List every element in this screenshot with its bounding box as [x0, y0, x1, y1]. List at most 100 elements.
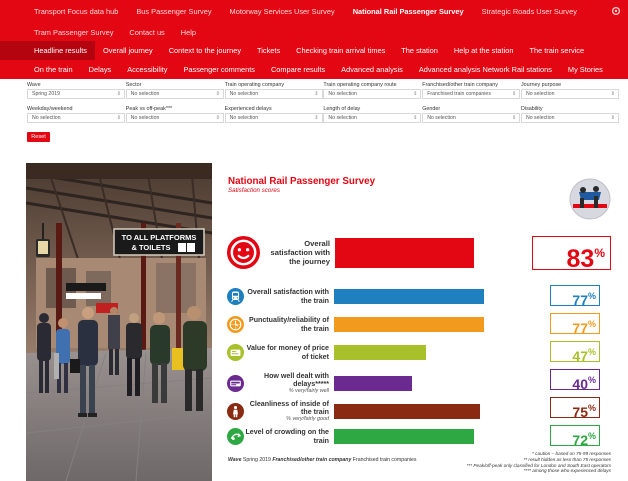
filter-select[interactable]: No selection ⇕ [27, 113, 125, 123]
metric-label-text: Level of crowding on the train [245, 428, 329, 445]
smiley-icon [227, 236, 260, 269]
passenger-survey-emblem [569, 178, 611, 220]
survey-nav-strategic-roads-user-survey[interactable]: Strategic Roads User Survey [473, 7, 586, 16]
metric-bar [334, 375, 412, 391]
survey-nav-motorway-services-user-survey[interactable]: Motorway Services User Survey [221, 7, 344, 16]
metric-row: Punctuality/reliability of the train [227, 316, 529, 333]
filter-select[interactable]: No selection ⇕ [224, 113, 323, 123]
metric-bar [334, 345, 426, 360]
select-arrows-icon: ⇕ [413, 91, 418, 97]
metric-bar [334, 429, 475, 444]
tab-headline-results[interactable]: Headline results [0, 41, 95, 60]
survey-nav-transport-focus-data-hub[interactable]: Transport Focus data hub [0, 7, 127, 16]
filter-select[interactable]: No selection ⇕ [125, 89, 224, 99]
tab-help-at-the-station[interactable]: Help at the station [446, 41, 522, 60]
metric-row: Cleanliness of inside of the train% very… [227, 400, 529, 422]
metric-bar [334, 289, 485, 304]
nav-link-contact-us[interactable]: Contact us [121, 28, 172, 37]
metric-value-number: 72 [572, 432, 588, 448]
headline-tabs-row: Headline results Overall journey Context t… [0, 41, 628, 60]
metric-value-overall-journey: 83% [532, 236, 611, 273]
filter-selected-value: No selection [328, 91, 357, 97]
tab-advanced-analysis[interactable]: Advanced analysis [333, 60, 411, 79]
filter-select[interactable]: Spring 2019 ⇕ [27, 89, 125, 99]
tab-passenger-comments[interactable]: Passenger comments [175, 60, 262, 79]
footnote: **** among those who experienced delays [523, 468, 611, 474]
filter-select[interactable]: No selection ⇕ [422, 113, 521, 123]
select-arrows-icon: ⇕ [215, 91, 220, 97]
select-arrows-icon: ⇕ [314, 115, 319, 121]
tab-advanced-analysis-network-rail-stations[interactable]: Advanced analysis Network Rail stations [411, 60, 560, 79]
filter-select[interactable]: Franchised train companies ⇕ [422, 89, 521, 99]
metric-value-unit: % [587, 319, 596, 329]
tab-the-station[interactable]: The station [393, 41, 446, 60]
crowding-icon [227, 428, 244, 445]
metric-value-unit: % [587, 375, 596, 385]
metric-bar [334, 403, 481, 419]
metric-value-unit: % [587, 291, 596, 301]
filter-selected-value: No selection [525, 115, 555, 121]
filter-select[interactable]: No selection ⇕ [323, 113, 422, 123]
tab-the-train-service[interactable]: The train service [521, 41, 592, 60]
tab-on-the-train[interactable]: On the train [0, 60, 81, 79]
filter-selected-value: No selection [328, 115, 357, 121]
train-icon [227, 288, 244, 305]
metric-value: 72% [550, 425, 600, 448]
delay-icon [227, 374, 244, 392]
satisfaction-report: National Rail Passenger Survey Satisfact… [212, 163, 628, 481]
metric-label-text: Cleanliness of inside of the train [249, 400, 329, 417]
metric-label: Value for money of price of ticket [244, 344, 329, 360]
select-arrows-icon: ⇕ [511, 115, 517, 121]
secondary-nav-row: Tram Passenger Survey Contact us Help [0, 23, 628, 41]
nav-link-help[interactable]: Help [173, 28, 204, 37]
metric-value-number: 47 [572, 348, 588, 364]
nav-link-tram-passenger-survey[interactable]: Tram Passenger Survey [0, 28, 121, 37]
reset-button[interactable]: Reset [27, 132, 50, 142]
delay-icon-glyph [230, 380, 241, 387]
filter-row-2: Weekday/weekend No selection ⇕ Peak vs off-… [27, 105, 628, 129]
metric-value-number: 75 [572, 404, 588, 420]
clock-icon-glyph [229, 318, 242, 331]
tab-overall-journey[interactable]: Overall journey [95, 41, 161, 60]
filter-select[interactable]: No selection ⇕ [323, 89, 422, 99]
filter-label: Gender [422, 106, 441, 112]
filter-select[interactable]: No selection ⇕ [125, 113, 224, 123]
filter-journey-purpose: Journey purpose No selection ⇕ [520, 81, 619, 105]
tab-tickets[interactable]: Tickets [249, 41, 288, 60]
metric-label: Punctuality/reliability of the train [244, 316, 329, 332]
tab-checking-train-arrival-times[interactable]: Checking train arrival times [288, 41, 393, 60]
tab-context-to-the-journey[interactable]: Context to the journey [161, 41, 249, 60]
station-photo: TO ALL PLATFORMS & TOILETS [26, 163, 212, 481]
tab-my-stories[interactable]: My Stories [560, 60, 611, 79]
survey-nav-bus-passenger-survey[interactable]: Bus Passenger Survey [127, 7, 220, 16]
clock-icon [227, 316, 244, 333]
select-arrows-icon: ⇕ [215, 115, 220, 121]
tab-accessibility[interactable]: Accessibility [119, 60, 175, 79]
metric-label-text: How well dealt with delays***** [263, 372, 329, 389]
metric-bar [335, 237, 474, 268]
summary-company-value: Franchised train companies [352, 457, 417, 463]
platform-sign-line1: TO ALL PLATFORMS [122, 233, 197, 242]
filter-selected-value: No selection [427, 115, 456, 121]
metric-row: Level of crowding on the train [227, 428, 529, 445]
metric-row: Value for money of price of ticket [227, 344, 529, 361]
filter-select[interactable]: No selection ⇕ [224, 89, 323, 99]
tab-compare-results[interactable]: Compare results [263, 60, 333, 79]
filter-label: Franchised/other train company [422, 82, 498, 88]
survey-nav-national-rail-passenger-survey[interactable]: National Rail Passenger Survey [344, 7, 473, 16]
filter-select[interactable]: No selection ⇕ [520, 113, 619, 123]
select-arrows-icon: ⇕ [610, 91, 615, 97]
filter-label: Experienced delays [224, 106, 272, 112]
filter-row-1: Wave Spring 2019 ⇕ Sector No selection ⇕ Train… [27, 81, 628, 105]
filter-franchised-other-train-company: Franchised/other train company Franchised… [422, 81, 521, 105]
filter-selected-value: No selection [525, 91, 555, 97]
survey-nav-row: Transport Focus data hub Bus Passenger Su… [0, 0, 628, 23]
tab-delays[interactable]: Delays [81, 60, 120, 79]
crowding-icon-glyph [230, 433, 242, 441]
settings-gear-icon[interactable] [611, 6, 621, 16]
report-title: National Rail Passenger Survey [228, 176, 376, 187]
filter-select[interactable]: No selection ⇕ [520, 89, 619, 99]
metric-value: 77% [550, 313, 600, 336]
metric-bar [334, 317, 485, 332]
filter-label: Weekday/weekend [27, 106, 73, 112]
